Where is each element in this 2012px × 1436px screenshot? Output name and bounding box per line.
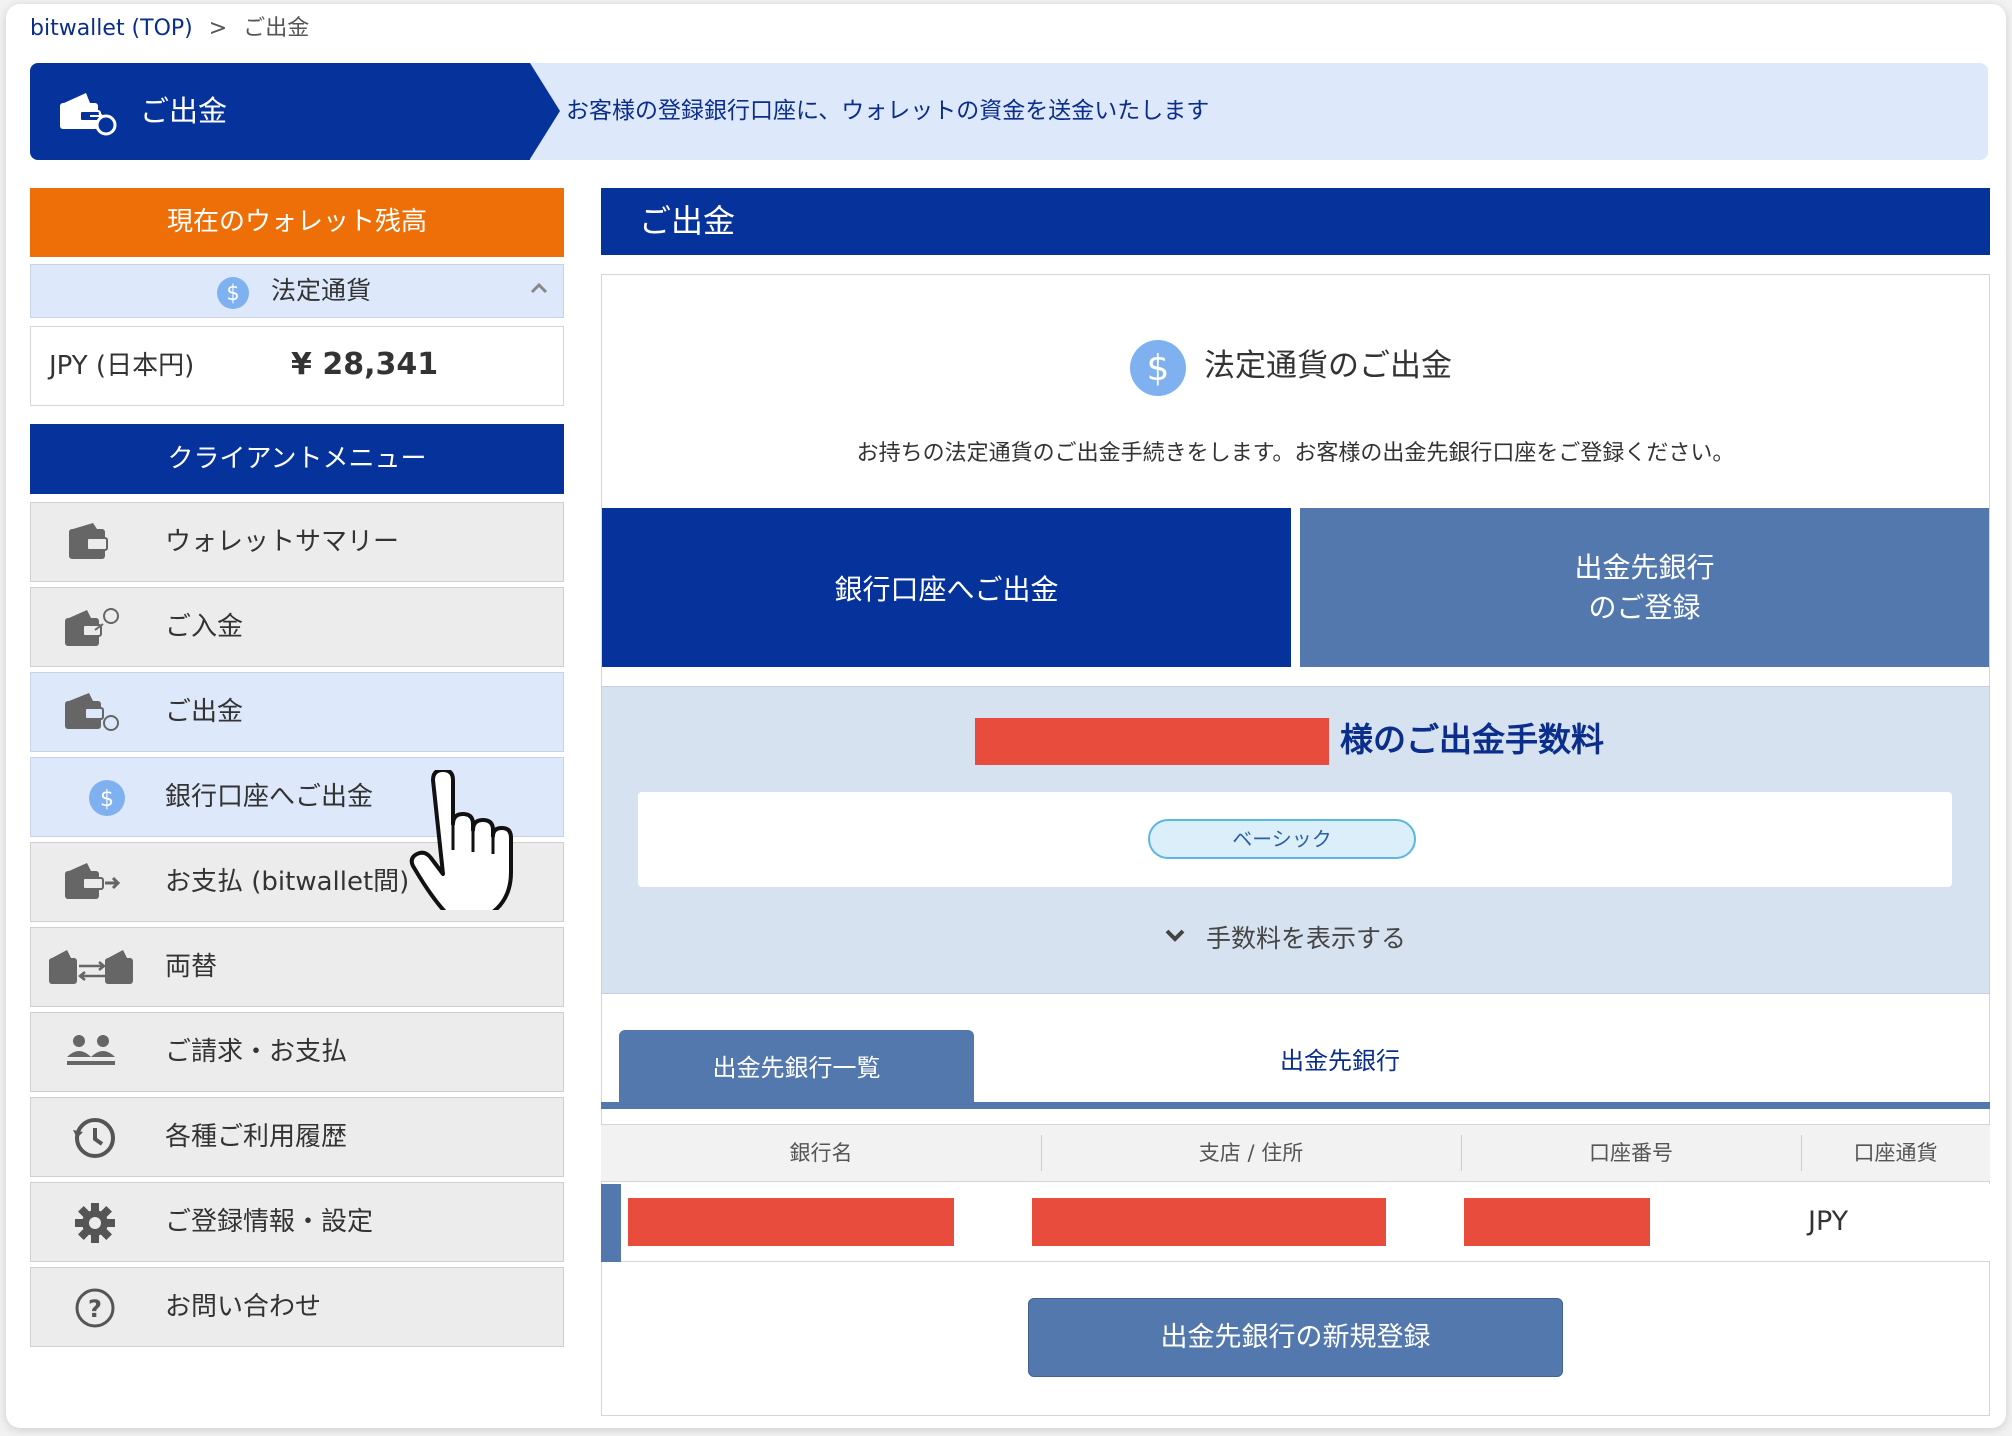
balance-amount: ¥ 28,341 — [291, 347, 439, 382]
dollar-coin-icon: $ — [89, 780, 125, 816]
menu-item-deposit[interactable]: ご入金 — [30, 587, 564, 667]
breadcrumb-separator: > — [208, 16, 228, 41]
balance-row: JPY (日本円) ¥ 28,341 — [30, 326, 564, 406]
banner-title: ご出金 — [140, 94, 228, 128]
menu-item-label: ご登録情報・設定 — [165, 1207, 374, 1237]
fiat-currency-toggle[interactable]: $ 法定通貨 — [30, 264, 564, 318]
menu-item-label: ウォレットサマリー — [165, 527, 400, 557]
column-bank-name: 銀行名 — [789, 1141, 853, 1165]
svg-text:$: $ — [1147, 348, 1170, 389]
svg-text:$: $ — [226, 281, 239, 305]
page-title: ご出金 — [601, 188, 1990, 255]
column-account-currency: 口座通貨 — [1853, 1141, 1938, 1165]
menu-item-billing[interactable]: ご請求・お支払 — [30, 1012, 564, 1092]
table-header: 銀行名 支店 / 住所 口座番号 口座通貨 — [601, 1124, 1990, 1182]
menu-item-label: 両替 — [165, 952, 218, 982]
dollar-coin-icon: $ — [1130, 340, 1186, 396]
client-menu-header: クライアントメニュー — [30, 424, 564, 494]
question-icon: ? — [75, 1288, 115, 1328]
wallet-icon — [69, 523, 108, 559]
menu-item-label: 銀行口座へご出金 — [165, 782, 374, 812]
redacted-branch — [1032, 1198, 1386, 1246]
menu-item-label: ご請求・お支払 — [165, 1037, 348, 1067]
menu-item-label: お問い合わせ — [165, 1292, 322, 1322]
breadcrumb-current: ご出金 — [243, 16, 310, 41]
fee-title: 様のご出金手数料 — [1340, 720, 1604, 759]
users-icon — [67, 1035, 115, 1065]
menu-item-label: ご入金 — [165, 612, 244, 642]
menu-item-exchange[interactable]: 両替 — [30, 927, 564, 1007]
tab-bank[interactable]: 出金先銀行 — [1280, 1045, 1400, 1077]
section-title-text: 法定通貨のご出金 — [1204, 348, 1452, 384]
breadcrumb: bitwallet (TOP) > ご出金 — [30, 14, 309, 44]
redacted-name — [975, 718, 1329, 765]
plan-badge: ベーシック — [1148, 819, 1416, 859]
chevron-up-icon — [530, 282, 548, 294]
breadcrumb-home-link[interactable]: bitwallet (TOP) — [30, 16, 193, 41]
redacted-account-number — [1464, 1198, 1650, 1246]
menu-item-settings[interactable]: ご登録情報・設定 — [30, 1182, 564, 1262]
svg-text:$: $ — [100, 787, 114, 812]
menu-item-withdraw[interactable]: ご出金 — [30, 672, 564, 752]
menu-item-label: ご出金 — [165, 697, 244, 727]
withdraw-wallet-icon — [60, 93, 117, 136]
menu-item-label: 各種ご利用履歴 — [165, 1122, 348, 1152]
menu-item-history[interactable]: 各種ご利用履歴 — [30, 1097, 564, 1177]
svg-text:?: ? — [88, 1295, 102, 1323]
banner-arrow — [530, 63, 560, 159]
register-bank-button[interactable]: 出金先銀行 のご登録 — [1300, 508, 1989, 667]
row-account-currency: JPY — [1808, 1206, 1849, 1237]
menu-item-label: お支払 (bitwallet間) — [165, 867, 410, 897]
fiat-currency-label: 法定通貨 — [271, 276, 372, 305]
register-bank-label-line2: のご登録 — [1588, 590, 1701, 624]
menu-item-contact[interactable]: ? お問い合わせ — [30, 1267, 564, 1347]
banner-description: お客様の登録銀行口座に、ウォレットの資金を送金いたします — [566, 98, 1210, 124]
gear-icon — [75, 1203, 115, 1243]
history-icon — [73, 1118, 115, 1158]
redacted-bank-name — [628, 1198, 954, 1246]
withdraw-icon — [65, 693, 119, 731]
wallet-balance-header: 現在のウォレット残高 — [30, 188, 564, 257]
intro-text: お持ちの法定通貨のご出金手続きをします。お客様の出金先銀行口座をご登録ください。 — [856, 441, 1735, 466]
column-account-number: 口座番号 — [1589, 1141, 1673, 1165]
row-marker — [601, 1184, 621, 1262]
payment-icon — [65, 863, 121, 899]
menu-item-wallet-summary[interactable]: ウォレットサマリー — [30, 502, 564, 582]
hand-pointer-icon — [409, 770, 513, 910]
deposit-icon — [65, 608, 119, 646]
chevron-down-icon — [1165, 929, 1185, 942]
dollar-coin-icon: $ — [217, 277, 249, 309]
show-fees-label: 手数料を表示する — [1206, 924, 1407, 953]
exchange-icon — [49, 950, 133, 984]
add-bank-button[interactable]: 出金先銀行の新規登録 — [1028, 1298, 1563, 1377]
column-branch: 支店 / 住所 — [1198, 1141, 1304, 1165]
register-bank-label-line1: 出金先銀行 — [1574, 550, 1715, 584]
tab-underline — [601, 1102, 1990, 1109]
tab-bank-list[interactable]: 出金先銀行一覧 — [619, 1030, 974, 1102]
balance-currency: JPY (日本円) — [49, 351, 195, 381]
page-banner: ご出金 お客様の登録銀行口座に、ウォレットの資金を送金いたします — [30, 63, 1988, 160]
bank-withdraw-button[interactable]: 銀行口座へご出金 — [602, 508, 1291, 667]
